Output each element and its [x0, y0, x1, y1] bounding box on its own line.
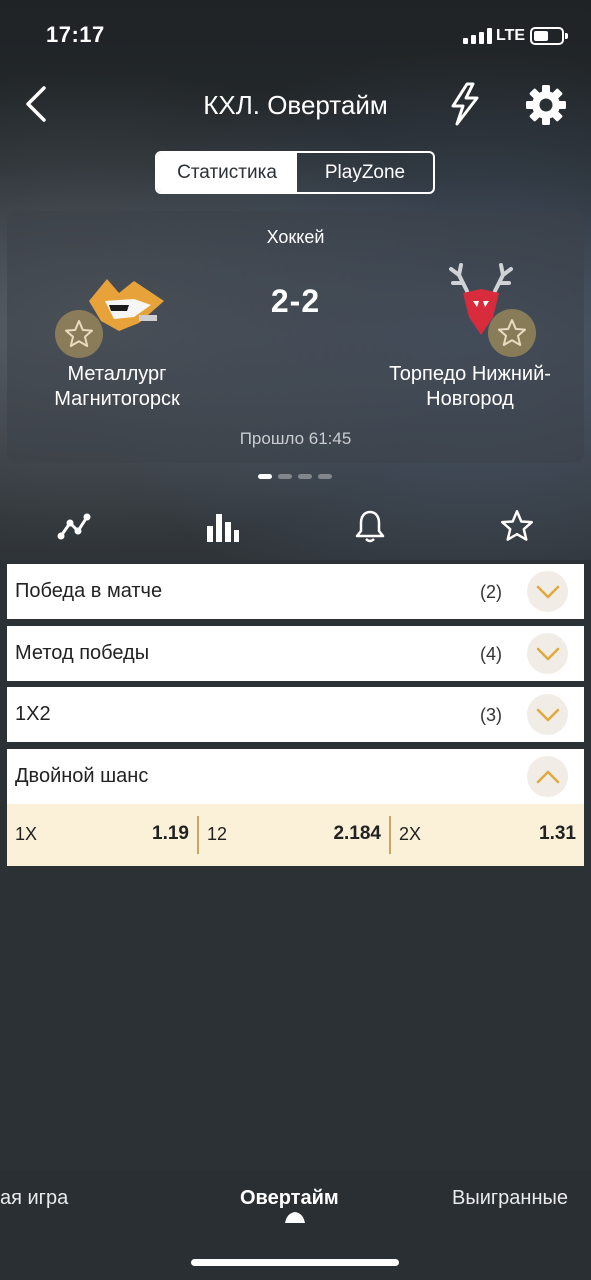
pager-dot — [298, 474, 312, 479]
odd-value: 1.19 — [152, 823, 189, 844]
star-icon — [65, 320, 93, 347]
market-title: Двойной шанс — [15, 765, 149, 787]
bell-icon — [355, 510, 385, 543]
star-icon — [501, 510, 533, 541]
signal-icon — [463, 28, 493, 44]
status-time: 17:17 — [46, 22, 105, 47]
match-card[interactable]: Хоккей 2-2 Металлург Магнитогорск Торпед… — [7, 211, 584, 463]
favorite-button[interactable] — [495, 502, 539, 550]
odd-2x[interactable]: 2X 1.31 — [391, 804, 584, 866]
battery-icon — [530, 27, 568, 45]
view-switcher: Статистика PlayZone — [155, 151, 435, 194]
active-tab-indicator-icon — [285, 1212, 305, 1223]
away-favorite-button[interactable] — [488, 309, 536, 357]
market-double-chance[interactable]: Двойной шанс — [7, 749, 584, 804]
sport-label: Хоккей — [266, 227, 325, 247]
double-chance-odds: 1X 1.19 12 2.184 2X 1.31 — [7, 804, 584, 866]
match-actions — [0, 502, 591, 552]
pager-dot — [278, 474, 292, 479]
odd-value: 2.184 — [333, 823, 381, 844]
away-team-name: Торпедо Нижний- Новгород — [365, 362, 575, 412]
tab-statistics[interactable]: Статистика — [157, 153, 297, 192]
tab-overtime[interactable]: Овертайм — [240, 1187, 339, 1210]
market-count: (3) — [480, 705, 502, 725]
market-title: 1X2 — [15, 703, 51, 725]
odd-1x[interactable]: 1X 1.19 — [7, 804, 197, 866]
odd-label: 2X — [399, 824, 422, 844]
expand-button[interactable] — [527, 694, 568, 735]
bottom-tab-bar: ая игра Овертайм Выигранные — [0, 1171, 591, 1280]
carousel-pager — [258, 474, 332, 479]
market-1x2[interactable]: 1X2 (3) — [7, 687, 584, 742]
market-title: Метод победы — [15, 642, 150, 664]
tab-prev[interactable]: ая игра — [0, 1187, 68, 1210]
bar-chart-icon — [207, 514, 239, 542]
market-count: (2) — [480, 582, 502, 602]
chevron-down-icon — [536, 585, 559, 598]
match-time: Прошло 61:45 — [239, 429, 352, 448]
quick-bet-button[interactable] — [445, 82, 485, 126]
home-favorite-button[interactable] — [55, 310, 103, 358]
trend-line-icon — [57, 513, 91, 540]
away-team-name-line2: Новгород — [426, 388, 514, 410]
status-bar: 17:17 LTE — [0, 0, 591, 72]
collapse-button[interactable] — [527, 756, 568, 797]
market-count: (4) — [480, 644, 502, 664]
tab-won[interactable]: Выигранные — [452, 1187, 568, 1210]
expand-button[interactable] — [527, 633, 568, 674]
expand-button[interactable] — [527, 571, 568, 612]
chevron-down-icon — [536, 647, 559, 660]
pager-dot — [258, 474, 272, 479]
live-tracker-button[interactable] — [52, 502, 96, 550]
chevron-down-icon — [536, 708, 559, 721]
home-team-name-line1: Металлург — [67, 363, 167, 385]
home-team-name-line2: Магнитогорск — [54, 388, 180, 410]
top-nav: КХЛ. Овертайм — [0, 72, 591, 138]
star-icon — [498, 319, 526, 346]
odd-value: 1.31 — [539, 823, 576, 844]
tab-playzone[interactable]: PlayZone — [297, 153, 433, 192]
odd-12[interactable]: 12 2.184 — [199, 804, 389, 866]
pager-dot — [318, 474, 332, 479]
chevron-up-icon — [536, 770, 559, 783]
odd-label: 1X — [15, 824, 38, 844]
lightning-icon — [451, 82, 479, 126]
home-indicator[interactable] — [191, 1259, 399, 1266]
home-team-name: Металлург Магнитогорск — [27, 362, 207, 412]
page-title: КХЛ. Овертайм — [203, 90, 388, 120]
away-team-name-line1: Торпедо Нижний- — [389, 363, 551, 385]
statistics-button[interactable] — [200, 502, 244, 550]
market-title: Победа в матче — [15, 580, 163, 602]
notifications-button[interactable] — [348, 502, 392, 550]
odd-label: 12 — [207, 824, 228, 844]
settings-button[interactable] — [523, 82, 569, 128]
market-win-method[interactable]: Метод победы (4) — [7, 626, 584, 681]
market-match-winner[interactable]: Победа в матче (2) — [7, 564, 584, 619]
network-label: LTE — [496, 27, 526, 44]
gear-icon — [526, 85, 566, 125]
